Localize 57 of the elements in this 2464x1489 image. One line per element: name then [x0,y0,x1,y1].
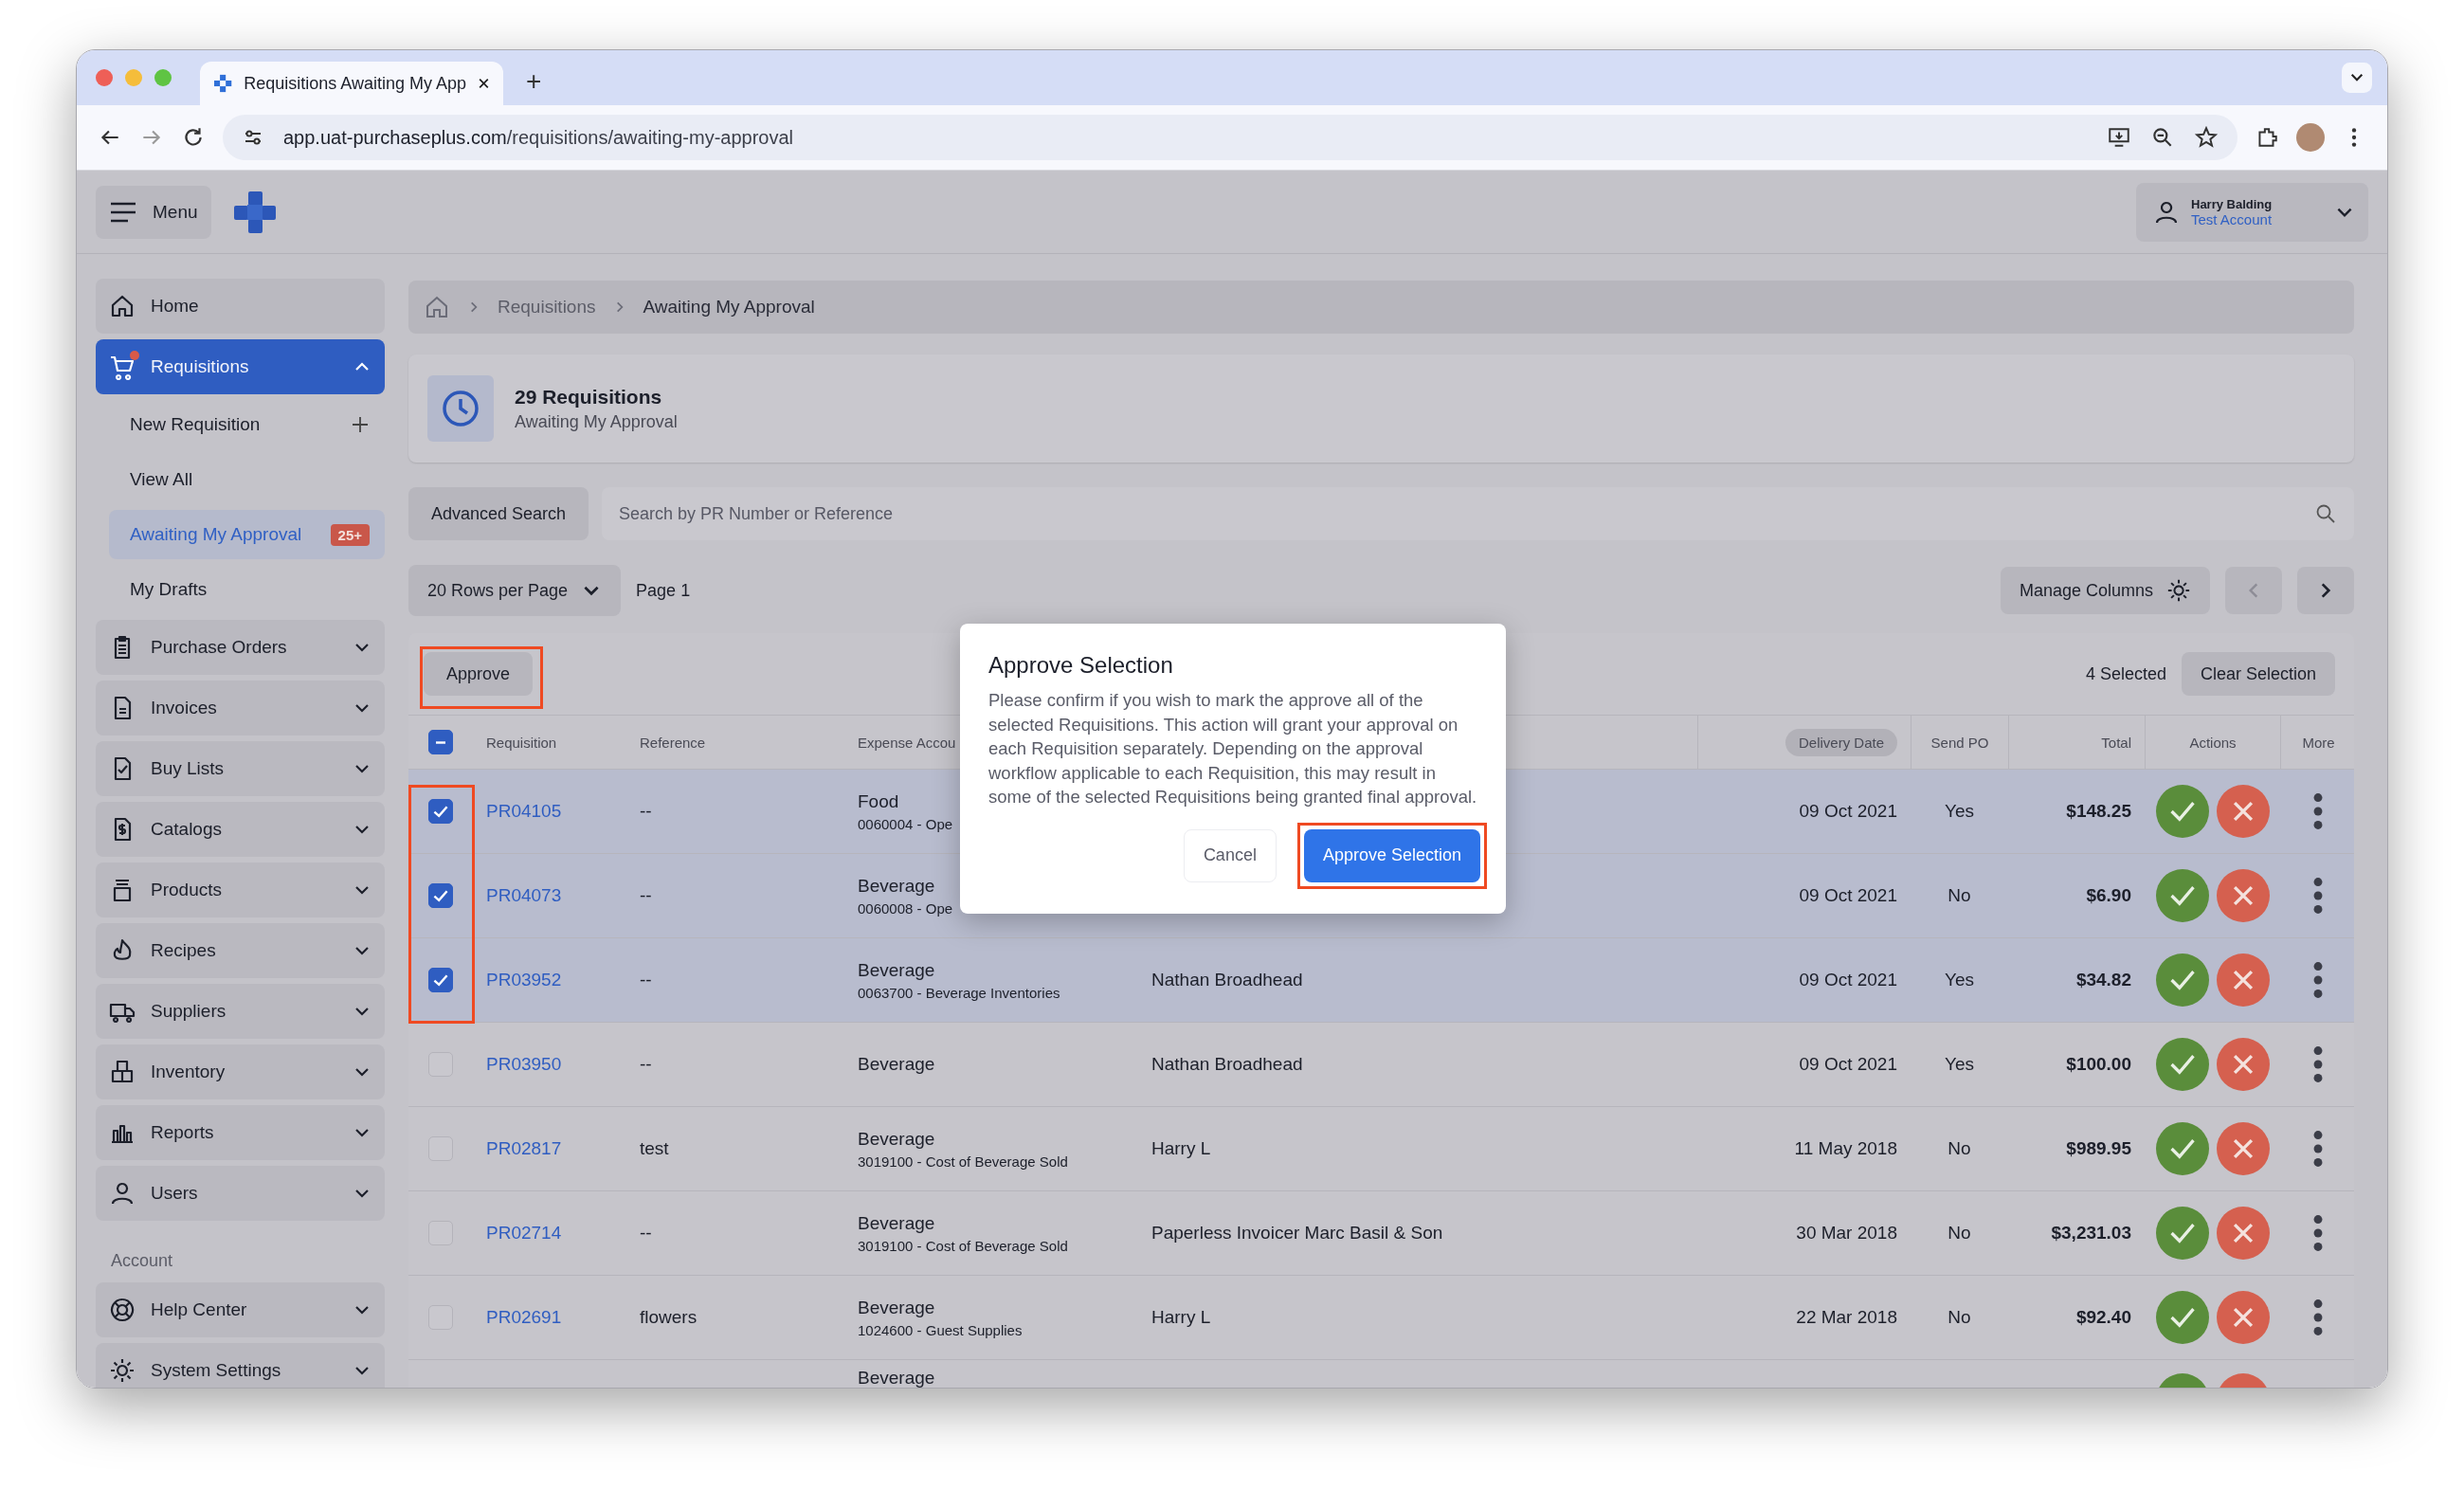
table-cell: flowers [640,1307,698,1328]
table-cell: $34.82 [2075,970,2131,990]
table-cell: $3,231.03 [2051,1223,2131,1244]
table-cell: 09 Oct 2021 [1799,970,1897,990]
table-cell: $6.90 [2086,885,2131,906]
table-cell: 0060008 - Ope [858,899,953,917]
table-cell: -- [640,801,652,822]
table-cell: 11 May 2018 [1794,1138,1897,1159]
account-name: Test Account [2191,210,2273,227]
table-cell: 09 Oct 2021 [1799,1054,1897,1075]
table-cell: Beverage [858,1128,935,1150]
table-cell: -- [640,1223,652,1244]
table-cell: Food [858,790,899,812]
table-cell: $148.25 [2066,801,2131,822]
table-cell: 0063700 - Beverage Inventories [858,984,1060,1001]
table-cell: Paperless Invoicer Marc Basil & Son [1151,1223,1443,1244]
table-cell: Harry L [1151,1307,1211,1328]
summary-subtitle: Awaiting My Approval [515,411,678,432]
table-cell: -- [640,970,652,990]
table-cell: $100.00 [2066,1054,2131,1075]
table-cell: Harry L [1151,1138,1211,1159]
page-indicator: Page 1 [636,580,691,601]
table-cell: Yes [1945,970,1974,990]
table-cell: Beverage [858,959,935,981]
table-cell: 30 Mar 2018 [1796,1223,1897,1244]
count-badge: 25+ [330,523,370,546]
user-name: Harry Balding [2191,196,2273,211]
selected-count: 4 Selected [2085,663,2166,684]
table-cell: No [1948,1307,1971,1328]
table-cell: 22 Mar 2018 [1796,1307,1897,1328]
table-cell: No [1948,1223,1971,1244]
table-cell: Beverage [858,1054,935,1075]
table-cell: $92.40 [2075,1307,2131,1328]
table-cell: Beverage [858,875,935,897]
table-cell: Yes [1945,1054,1974,1075]
dialog-title: Approve Selection [988,652,1174,679]
table-cell: 0060004 - Ope [858,815,953,832]
table-cell: Yes [1945,801,1974,822]
table-cell: No [1948,1138,1971,1159]
table-cell: 1024600 - Guest Supplies [858,1321,1023,1338]
table-cell: 3019100 - Cost of Beverage Sold [858,1237,1068,1254]
table-cell: Nathan Broadhead [1151,1054,1303,1075]
table-cell: 09 Oct 2021 [1799,885,1897,906]
table-cell: Beverage [858,1212,935,1234]
dialog-message: Please confirm if you wish to mark the approve all of the selected Requisitions. This action will grant your approval on each Requisition separately. Depending on the approval workflow applicable to each Requisition, this may result in some of the selected Requisitions being granted final approval. [988,689,1477,808]
requisition-count: 29 Requisitions [515,385,663,409]
table-cell: Beverage [858,1368,935,1388]
section-label: Account [111,1251,174,1271]
table-cell: $989.95 [2066,1138,2131,1159]
table-cell: -- [640,1054,652,1075]
table-cell: -- [640,885,652,906]
table-cell: 09 Oct 2021 [1799,801,1897,822]
table-cell: No [1948,885,1971,906]
table-cell: Beverage [858,1297,935,1318]
table-cell: 3019100 - Cost of Beverage Sold [858,1153,1068,1170]
table-cell: Nathan Broadhead [1151,970,1303,990]
table-cell: test [640,1138,669,1159]
